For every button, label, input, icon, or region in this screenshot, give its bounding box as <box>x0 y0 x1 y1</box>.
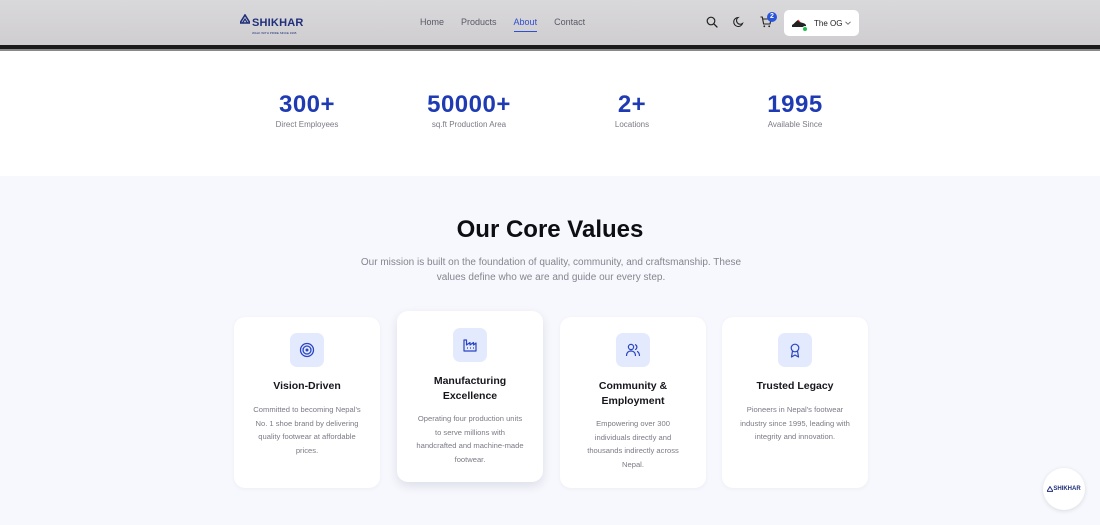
factory-icon <box>463 339 477 352</box>
users-icon <box>625 343 641 357</box>
cart-count-badge: 2 <box>767 12 777 22</box>
section-title: Our Core Values <box>456 216 644 243</box>
moon-icon[interactable] <box>733 16 745 28</box>
card-title: Trusted Legacy <box>756 380 834 392</box>
stat-label: Available Since <box>767 120 823 129</box>
card-description: Pioneers in Nepal's footwear industry si… <box>740 405 850 441</box>
site-header: SHIKHAR WALK WITH PRIDE SINCE 1995 Home … <box>0 0 1100 46</box>
card-title: Vision-Driven <box>273 380 341 392</box>
card-description: Committed to becoming Nepal's No. 1 shoe… <box>253 405 361 455</box>
nav-contact[interactable]: Contact <box>554 17 585 32</box>
nav-about[interactable]: About <box>513 17 537 32</box>
stats-section: 300+ Direct Employees 50000+ sq.ft Produ… <box>0 51 1100 176</box>
stat-label: sq.ft Production Area <box>431 120 507 129</box>
section-subtitle: Our mission is built on the foundation o… <box>360 257 742 283</box>
core-values-section: Our Core Values Our mission is built on … <box>0 176 1100 525</box>
award-icon <box>790 343 800 358</box>
stat-value: 1995 <box>767 91 823 118</box>
card-description: Operating four production units to serve… <box>416 414 524 464</box>
mountain-logo-icon <box>240 14 250 24</box>
card-title: Community & Employment <box>598 380 668 407</box>
stat-employees: 300+ Direct Employees <box>232 91 382 129</box>
online-status-dot <box>802 26 808 32</box>
stat-value: 300+ <box>278 91 336 118</box>
stat-production-area: 50000+ sq.ft Production Area <box>394 91 544 129</box>
card-icon-box <box>778 333 812 367</box>
chevron-down-icon <box>845 21 851 25</box>
floating-logo-button[interactable]: SHIKHAR <box>1043 468 1085 510</box>
card-description: Empowering over 300 individuals directly… <box>587 419 679 469</box>
target-icon <box>299 342 315 358</box>
stat-value: 50000+ <box>427 91 511 118</box>
card-title: Manufacturing Excellence <box>433 375 507 402</box>
brand-name: SHIKHAR <box>252 17 304 29</box>
nav-home[interactable]: Home <box>420 17 444 32</box>
fab-brand-name: SHIKHAR <box>1053 486 1081 492</box>
main-nav: Home Products About Contact <box>420 17 602 32</box>
card-icon-box <box>290 333 324 367</box>
search-icon[interactable] <box>706 16 718 28</box>
stat-available-since: 1995 Available Since <box>720 91 870 129</box>
brand-tagline: WALK WITH PRIDE SINCE 1995 <box>252 31 297 35</box>
fab-brand-logo: SHIKHAR <box>1047 486 1081 492</box>
stat-value: 2+ <box>617 91 647 118</box>
nav-products[interactable]: Products <box>461 17 497 32</box>
value-card-community: Community & Employment Empowering over 3… <box>560 317 706 488</box>
card-icon-box <box>453 328 487 362</box>
stat-locations: 2+ Locations <box>557 91 707 129</box>
card-icon-box <box>616 333 650 367</box>
value-card-legacy: Trusted Legacy Pioneers in Nepal's footw… <box>722 317 868 488</box>
stat-label: Locations <box>614 120 650 129</box>
brand-logo[interactable]: SHIKHAR WALK WITH PRIDE SINCE 1995 <box>240 13 304 35</box>
profile-menu-button[interactable]: The OG <box>784 10 859 36</box>
profile-name: The OG <box>814 18 843 28</box>
value-card-vision: Vision-Driven Committed to becoming Nepa… <box>234 317 380 488</box>
stat-label: Direct Employees <box>275 120 339 129</box>
value-card-manufacturing: Manufacturing Excellence Operating four … <box>397 311 543 482</box>
